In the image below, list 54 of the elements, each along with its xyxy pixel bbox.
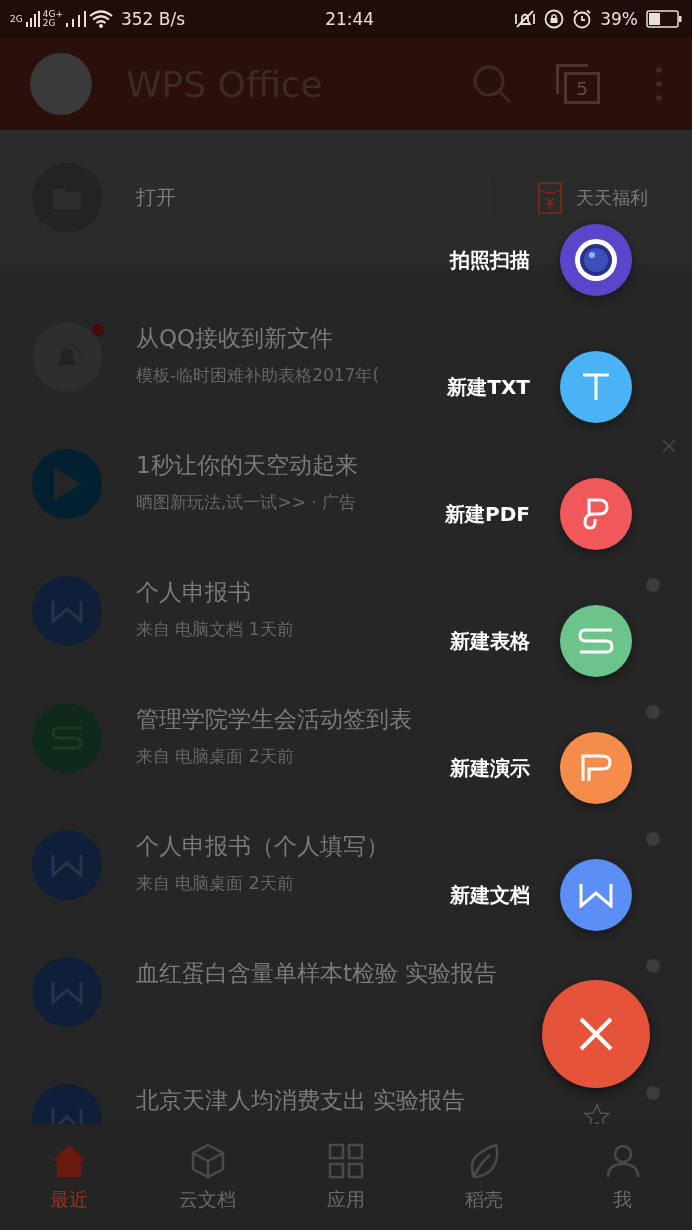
promo-link[interactable]: 天天福利 — [576, 185, 648, 210]
nav-tab[interactable]: 我 — [553, 1125, 692, 1230]
star-icon[interactable] — [584, 1104, 610, 1124]
p-logo-icon — [580, 753, 612, 783]
file-subtitle: 晒图新玩法,试一试>> · 广告 — [136, 491, 358, 514]
s-logo-icon — [578, 628, 614, 654]
w-logo-icon — [51, 1107, 83, 1124]
fab-menu-label: 拍照扫描 — [450, 246, 530, 274]
camera-lens-icon — [572, 236, 620, 284]
file-subtitle: 来自 电脑桌面 2天前 — [136, 872, 295, 895]
fab-menu-label: 新建PDF — [445, 500, 530, 528]
file-subtitle: 来自 电脑文档 1天前 — [136, 618, 294, 641]
grid-icon — [328, 1142, 364, 1179]
fab-menu-label: 新建演示 — [450, 754, 530, 782]
file-title: 1秒让你的天空动起来 — [136, 451, 358, 480]
clock-time: 21:44 — [325, 9, 375, 29]
nav-tab[interactable]: 应用 — [276, 1125, 416, 1230]
file-title: 管理学院学生会活动签到表 — [136, 705, 412, 734]
nav-tab[interactable]: 云文档 — [138, 1125, 277, 1230]
rotation-lock-icon — [544, 9, 565, 29]
file-subtitle: 来自 电脑桌面 2天前 — [136, 745, 295, 768]
w-logo-icon — [51, 599, 83, 623]
fab-menu-label: 新建文档 — [450, 881, 530, 909]
file-title: 个人申报书 — [136, 578, 252, 607]
nav-tab[interactable]: 最近 — [0, 1125, 139, 1230]
file-title: 血红蛋白含量单样本t检验 实验报告 — [136, 959, 498, 988]
open-label[interactable]: 打开 — [136, 184, 176, 211]
network-label: 4G+ — [42, 10, 63, 19]
alarm-icon — [572, 9, 593, 29]
network-label: 2G — [10, 14, 23, 24]
w-logo-icon — [51, 853, 83, 877]
battery-percent: 39% — [600, 9, 638, 29]
person-icon — [604, 1142, 641, 1179]
t-logo-icon — [581, 372, 611, 402]
signal-icon — [65, 11, 86, 27]
file-title: 从QQ接收到新文件 — [136, 324, 335, 353]
p-logo-icon — [581, 497, 611, 531]
fab-menu-label: 新建表格 — [450, 627, 530, 655]
play-icon — [52, 467, 82, 501]
network-speed: 352 B/s — [120, 9, 186, 29]
battery-icon — [646, 10, 682, 28]
network-label: 2G — [42, 19, 57, 28]
wifi-icon — [88, 10, 113, 28]
fab-menu-label: 新建TXT — [447, 373, 530, 401]
file-title: 北京天津人均消费支出 实验报告 — [136, 1086, 466, 1115]
w-logo-icon — [579, 882, 613, 908]
file-subtitle: 模板-临时困难补助表格2017年( — [136, 364, 380, 387]
signal-icon — [25, 11, 40, 27]
w-logo-icon — [51, 980, 83, 1004]
file-title: 个人申报书（个人填写） — [136, 832, 389, 861]
cube-icon — [189, 1142, 226, 1179]
nav-tab[interactable]: 稻壳 — [415, 1125, 554, 1230]
vibrate-icon — [514, 9, 537, 29]
close-icon — [579, 1017, 613, 1051]
